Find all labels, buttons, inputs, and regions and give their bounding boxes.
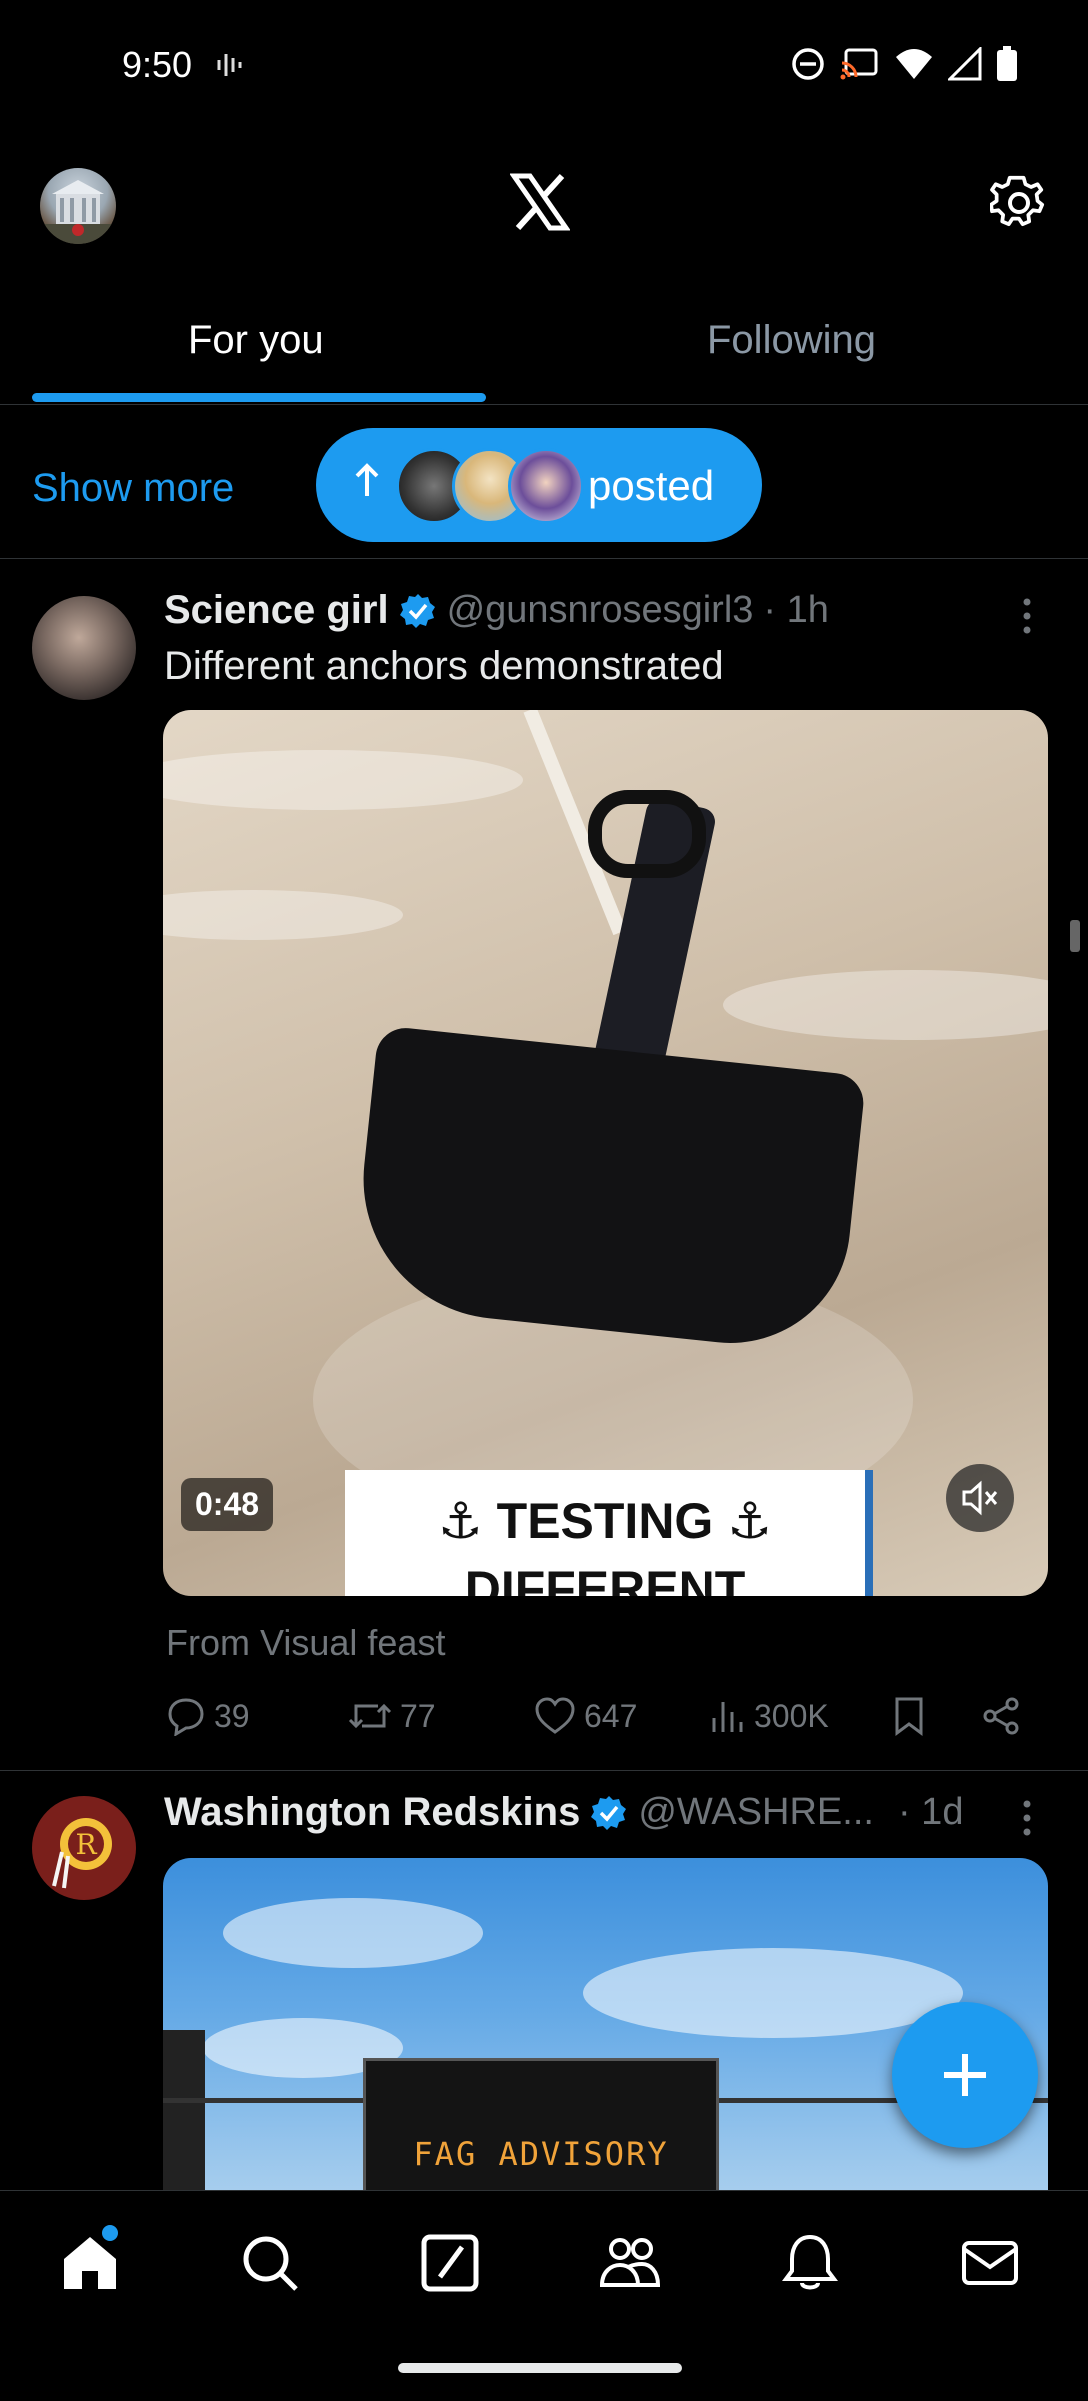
divider [0, 558, 1088, 559]
author-name[interactable]: Washington Redskins [164, 1790, 580, 1835]
tab-for-you[interactable]: For you [188, 318, 324, 363]
notification-dot [102, 2225, 118, 2241]
speaker-muted-icon [962, 1480, 998, 1516]
video-caption: ⚓ TESTING ⚓ DIFFERENT ANCHORS [345, 1470, 865, 1596]
more-options-icon[interactable] [1022, 1798, 1032, 1843]
repost-count: 77 [400, 1697, 436, 1734]
mute-button[interactable] [946, 1464, 1014, 1532]
tweet-time: · 1d [897, 1791, 964, 1833]
new-posts-pill[interactable]: posted [316, 428, 762, 542]
signal-icon [948, 47, 982, 81]
active-tab-indicator [32, 393, 486, 402]
source-attribution[interactable]: From Visual feast [166, 1622, 445, 1664]
tweet-video[interactable]: ⚓ TESTING ⚓ DIFFERENT ANCHORS 0:48 [163, 710, 1048, 1596]
more-options-icon[interactable] [1022, 596, 1032, 641]
reply-button[interactable]: 39 [166, 1696, 250, 1736]
reply-icon [168, 1698, 204, 1736]
search-icon[interactable] [238, 2231, 302, 2295]
tab-following[interactable]: Following [707, 318, 876, 363]
voice-indicator-icon [216, 50, 244, 85]
tweet-text: Different anchors demonstrated [164, 644, 724, 688]
tweet-header: Washington Redskins @WASHRE... · 1d [164, 1790, 963, 1835]
gesture-bar[interactable] [398, 2363, 682, 2373]
tweet-avatar[interactable]: R [32, 1796, 136, 1900]
mail-icon[interactable] [958, 2231, 1022, 2295]
status-icons [790, 46, 1018, 82]
tweet-avatar[interactable] [32, 596, 136, 700]
tweet-time: · 1h [763, 589, 829, 631]
caption-line: ⚓ TESTING ⚓ [437, 1493, 773, 1549]
caption-line: DIFFERENT ANCHORS [464, 1561, 746, 1596]
road-sign: FAG ADVISORY [363, 2058, 719, 2198]
view-count: 300K [754, 1697, 829, 1734]
share-icon [983, 1697, 1019, 1735]
views-button[interactable]: 300K [710, 1696, 829, 1736]
svg-text:R: R [75, 1828, 97, 1861]
verified-badge-icon [591, 1795, 627, 1830]
heart-icon [535, 1697, 575, 1734]
bookmark-icon [895, 1697, 923, 1736]
battery-icon [997, 46, 1017, 81]
analytics-icon [712, 1702, 743, 1732]
repost-icon [348, 1703, 392, 1729]
cast-icon [840, 48, 878, 80]
reply-count: 39 [214, 1697, 250, 1734]
show-more-link[interactable]: Show more [32, 466, 234, 511]
verified-badge-icon [399, 593, 435, 628]
tweet-actions: 39 77 647 300K [166, 1696, 1046, 1746]
share-button[interactable] [982, 1696, 1022, 1736]
compose-button[interactable] [892, 2002, 1038, 2148]
x-logo-icon[interactable] [509, 172, 571, 232]
tweet-header: Science girl @gunsnrosesgirl3 · 1h [164, 588, 829, 633]
sign-text: FAG ADVISORY [413, 2135, 669, 2173]
repost-button[interactable]: 77 [348, 1696, 436, 1736]
communities-icon[interactable] [598, 2231, 662, 2295]
divider [0, 1770, 1088, 1771]
plus-icon [944, 2054, 986, 2096]
video-duration: 0:48 [181, 1478, 274, 1531]
arrow-up-icon [355, 463, 379, 496]
like-count: 647 [584, 1697, 638, 1734]
like-button[interactable]: 647 [534, 1696, 637, 1736]
author-name[interactable]: Science girl [164, 588, 389, 633]
author-handle[interactable]: @gunsnrosesgirl3 [447, 589, 754, 632]
dnd-icon [792, 48, 824, 80]
grok-icon[interactable] [418, 2231, 482, 2295]
status-time: 9:50 [122, 44, 193, 85]
author-handle[interactable]: @WASHRE... [638, 1791, 874, 1834]
gear-icon[interactable] [989, 174, 1048, 232]
posted-label: posted [588, 462, 715, 509]
profile-avatar[interactable] [40, 168, 116, 244]
wifi-icon [896, 49, 932, 79]
bell-icon[interactable] [778, 2231, 842, 2295]
divider [0, 404, 1088, 405]
scrollbar[interactable] [1070, 920, 1080, 952]
poster-avatar [508, 448, 584, 524]
bookmark-button[interactable] [892, 1696, 926, 1736]
